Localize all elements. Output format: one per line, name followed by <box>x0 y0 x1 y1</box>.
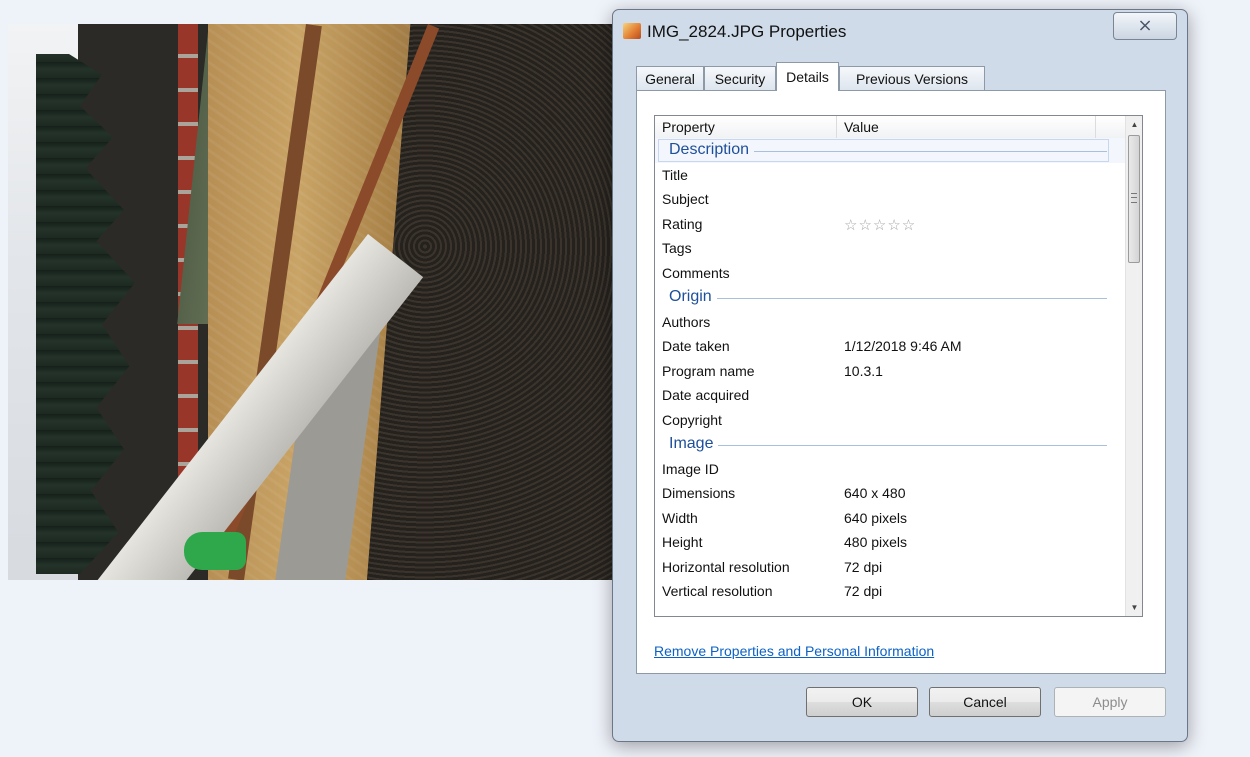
close-icon: ⨯ <box>1137 15 1153 35</box>
property-row[interactable]: Rating ☆☆☆☆☆ <box>655 212 1125 237</box>
property-row[interactable]: Image ID <box>655 457 1125 482</box>
property-row[interactable]: Title <box>655 163 1125 188</box>
dialog-title: IMG_2824.JPG Properties <box>647 22 847 41</box>
column-header-property[interactable]: Property <box>662 119 715 135</box>
scroll-up-icon[interactable]: ▲ <box>1126 116 1142 133</box>
apply-button[interactable]: Apply <box>1054 687 1166 717</box>
property-name: Tags <box>662 240 692 256</box>
ok-button[interactable]: OK <box>806 687 918 717</box>
property-name: Program name <box>662 362 755 379</box>
property-row[interactable]: Subject <box>655 187 1125 212</box>
scroll-thumb[interactable] <box>1128 135 1140 263</box>
property-row[interactable]: Tags <box>655 236 1125 261</box>
property-row[interactable]: Vertical resolution 72 dpi <box>655 579 1125 604</box>
property-name: Copyright <box>662 411 722 428</box>
property-row[interactable]: Date taken 1/12/2018 9:46 AM <box>655 334 1125 359</box>
details-list[interactable]: Property Value Description Title Subject Ra… <box>654 115 1143 617</box>
property-value: 72 dpi <box>844 558 883 575</box>
property-row[interactable]: Height 480 pixels <box>655 530 1125 555</box>
property-name: Title <box>662 166 688 183</box>
property-value: 72 dpi <box>844 583 883 599</box>
group-header[interactable]: Image <box>655 432 1125 457</box>
property-row[interactable]: Copyright <box>655 408 1125 433</box>
group-label: Origin <box>669 288 717 306</box>
details-panel: Property Value Description Title Subject Ra… <box>636 90 1166 674</box>
group-label: Image <box>669 435 719 453</box>
vertical-scrollbar[interactable]: ▲ ▼ <box>1125 116 1142 616</box>
property-row[interactable]: Width 640 pixels <box>655 506 1125 531</box>
property-row[interactable]: Horizontal resolution 72 dpi <box>655 555 1125 580</box>
property-value: 640 x 480 <box>844 485 906 501</box>
tab-previous-versions[interactable]: Previous Versions <box>839 66 985 90</box>
tab-details[interactable]: Details <box>776 62 839 91</box>
group-header[interactable]: Origin <box>655 285 1125 310</box>
rating-stars[interactable]: ☆☆☆☆☆ <box>844 216 916 234</box>
remove-properties-link[interactable]: Remove Properties and Personal Informati… <box>654 643 934 659</box>
tab-security[interactable]: Security <box>704 66 776 90</box>
property-value: 10.3.1 <box>844 362 883 379</box>
property-name: Width <box>662 509 698 526</box>
group-label: Description <box>669 141 755 159</box>
property-name: Image ID <box>662 460 719 477</box>
property-rows: Description Title Subject Rating ☆☆☆☆☆ Tags Co… <box>655 138 1125 604</box>
close-button[interactable]: ⨯ <box>1113 12 1177 40</box>
property-row[interactable]: Program name 10.3.1 <box>655 359 1125 384</box>
property-name: Date taken <box>662 338 730 354</box>
property-name: Vertical resolution <box>662 583 773 599</box>
property-row[interactable]: Dimensions 640 x 480 <box>655 481 1125 506</box>
column-header-value[interactable]: Value <box>844 119 879 135</box>
cancel-button[interactable]: Cancel <box>929 687 1041 717</box>
property-row[interactable]: Authors <box>655 310 1125 335</box>
property-value: 1/12/2018 9:46 AM <box>844 338 962 354</box>
property-row[interactable]: Comments <box>655 261 1125 286</box>
property-name: Rating <box>662 215 703 232</box>
properties-dialog: IMG_2824.JPG Properties ⨯ General Securi… <box>612 9 1188 742</box>
jpg-file-icon <box>623 23 641 39</box>
scroll-down-icon[interactable]: ▼ <box>1126 599 1142 616</box>
group-header[interactable]: Description <box>655 138 1125 163</box>
property-value: 640 pixels <box>844 509 908 526</box>
list-header: Property Value <box>655 116 1125 139</box>
tab-general[interactable]: General <box>636 66 704 90</box>
property-name: Horizontal resolution <box>662 558 790 575</box>
title-bar[interactable]: IMG_2824.JPG Properties ⨯ <box>613 10 1187 54</box>
grip-icon <box>1131 193 1137 203</box>
background-photo <box>8 24 620 580</box>
property-row[interactable]: Date acquired <box>655 383 1125 408</box>
property-name: Authors <box>662 313 711 330</box>
property-name: Height <box>662 534 703 550</box>
property-name: Comments <box>662 264 730 281</box>
property-name: Subject <box>662 191 709 207</box>
property-value: 480 pixels <box>844 534 908 550</box>
property-name: Date acquired <box>662 387 750 403</box>
property-name: Dimensions <box>662 485 736 501</box>
